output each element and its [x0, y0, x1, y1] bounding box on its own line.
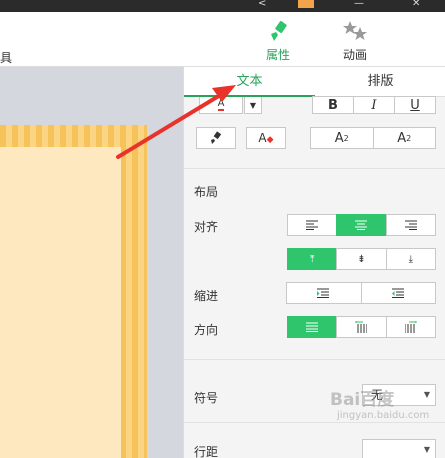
script-group: A2 A2 — [310, 127, 436, 149]
vertical-text-left-icon — [355, 321, 368, 333]
align-middle-icon: ⇟ — [357, 253, 366, 265]
line-spacing-select[interactable]: ▼ — [362, 439, 436, 458]
minimize-icon[interactable]: — — [354, 0, 368, 10]
align-middle-button[interactable]: ⇟ — [336, 248, 387, 270]
clear-format-icon: A◆ — [258, 131, 274, 145]
align-right-icon — [404, 220, 417, 230]
toolbar-tool-label[interactable]: 具 — [0, 49, 12, 66]
baidu-watermark-url: jingyan.baidu.com — [337, 410, 430, 421]
share-icon[interactable]: < — [258, 0, 274, 10]
attributes-button[interactable]: 属性 — [258, 20, 298, 63]
direction-group — [287, 316, 436, 338]
align-center-button[interactable] — [336, 214, 387, 236]
line-spacing-label: 行距 — [194, 445, 219, 458]
indent-label: 缩进 — [194, 289, 219, 303]
baidu-watermark: Bai百度 — [330, 390, 395, 410]
subscript-base: A — [397, 130, 407, 146]
decrease-indent-icon — [391, 288, 404, 298]
direction-label: 方向 — [194, 323, 219, 337]
tab-text[interactable]: 文本 — [184, 67, 315, 97]
slide-page[interactable] — [0, 147, 121, 458]
increase-indent-button[interactable] — [286, 282, 362, 304]
vertical-text-left-button[interactable] — [336, 316, 387, 338]
bullet-label: 符号 — [194, 391, 219, 405]
tab-layout[interactable]: 排版 — [315, 67, 445, 97]
divider — [184, 168, 445, 169]
underline-button[interactable]: U — [394, 96, 436, 114]
align-center-icon — [355, 220, 368, 230]
align-bottom-button[interactable]: ⤓ — [385, 248, 436, 270]
indent-group — [286, 282, 436, 304]
chevron-down-icon: ▼ — [423, 445, 430, 454]
superscript-button[interactable]: A2 — [310, 127, 374, 149]
align-left-icon — [306, 220, 319, 230]
vertical-align-group: ⤒ ⇟ ⤓ — [287, 248, 436, 270]
superscript-base: A — [334, 130, 344, 146]
horizontal-text-button[interactable] — [287, 316, 338, 338]
divider — [184, 359, 445, 360]
increase-indent-icon — [317, 288, 330, 298]
close-icon[interactable]: ✕ — [412, 0, 426, 10]
subscript-mark: 2 — [406, 133, 412, 143]
align-right-button[interactable] — [385, 214, 436, 236]
animation-label: 动画 — [342, 48, 367, 62]
star-icon — [335, 20, 375, 44]
attributes-label: 属性 — [265, 48, 290, 62]
format-painter-icon — [211, 131, 222, 144]
align-top-button[interactable]: ⤒ — [287, 248, 338, 270]
user-avatar-icon[interactable] — [298, 0, 314, 8]
layout-section-title: 布局 — [194, 185, 219, 199]
vertical-text-right-button[interactable] — [385, 316, 436, 338]
italic-button[interactable]: I — [353, 96, 395, 114]
decrease-indent-button[interactable] — [360, 282, 436, 304]
toolbar: 具 属性 动画 — [0, 12, 445, 67]
animation-button[interactable]: 动画 — [335, 20, 375, 63]
font-color-icon: A — [217, 98, 225, 111]
brush-icon — [258, 20, 298, 44]
slide-canvas[interactable] — [0, 67, 183, 458]
align-left-button[interactable] — [287, 214, 338, 236]
font-color-dropdown[interactable]: ▼ — [244, 97, 262, 114]
chevron-down-icon: ▼ — [249, 100, 257, 110]
panel-tabs: 文本 排版 — [184, 67, 445, 97]
align-top-icon: ⤒ — [309, 253, 315, 265]
chevron-down-icon: ▼ — [423, 390, 430, 399]
format-painter-button[interactable] — [196, 127, 236, 149]
divider — [184, 422, 445, 423]
clear-format-button[interactable]: A◆ — [246, 127, 286, 149]
subscript-button[interactable]: A2 — [372, 127, 436, 149]
horizontal-text-icon — [306, 322, 319, 332]
align-group — [287, 214, 436, 236]
title-bar: < — ✕ — [0, 0, 445, 12]
align-label: 对齐 — [194, 220, 219, 234]
superscript-mark: 2 — [343, 133, 349, 143]
font-color-button[interactable]: A — [199, 97, 243, 114]
align-bottom-icon: ⤓ — [408, 253, 414, 265]
bold-button[interactable]: B — [312, 96, 354, 114]
properties-panel: 文本 排版 A ▼ B I U A◆ A2 A2 布局 对齐 ⤒ ⇟ ⤓ 缩进 … — [183, 67, 445, 458]
font-style-group: B I U — [312, 96, 436, 114]
vertical-text-right-icon — [404, 321, 417, 333]
